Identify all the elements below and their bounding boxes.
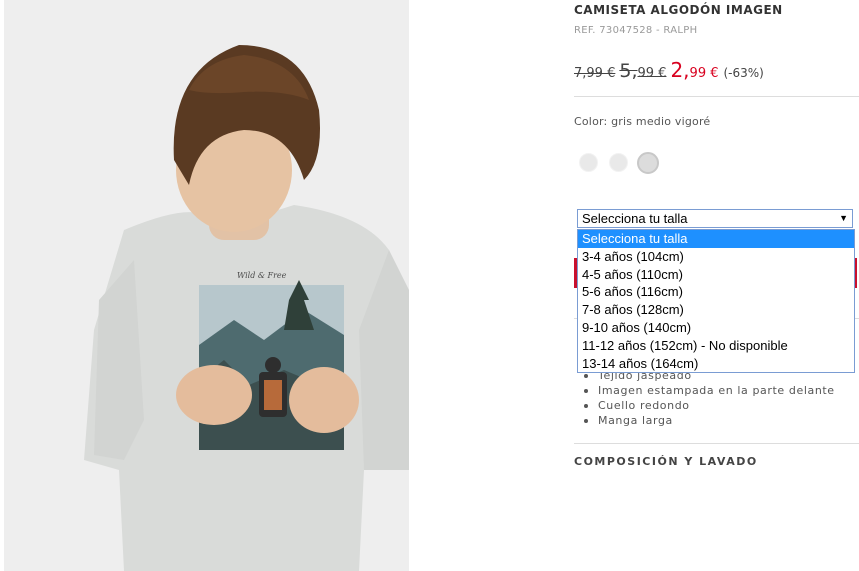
product-photo-illustration: Wild & Free	[4, 0, 409, 571]
feature-item: Cuello redondo	[584, 398, 835, 413]
color-label: Color: gris medio vigoré	[574, 115, 711, 128]
original-price: 7,99 €	[574, 66, 616, 81]
feature-item: Manga larga	[584, 413, 835, 428]
size-option[interactable]: 11-12 años (152cm) - No disponible	[578, 337, 854, 355]
size-option[interactable]: 3-4 años (104cm)	[578, 248, 854, 266]
current-price-rest: 99 €	[689, 66, 719, 81]
product-title: CAMISETA ALGODÓN IMAGEN	[574, 3, 783, 17]
size-option[interactable]: 4-5 años (110cm)	[578, 266, 854, 284]
size-option[interactable]: 7-8 años (128cm)	[578, 301, 854, 319]
current-price: 2,99 €	[670, 58, 718, 82]
price-block: 7,99 € 5,99 € 2,99 € (-63%)	[574, 58, 764, 82]
product-details: CAMISETA ALGODÓN IMAGEN REF. 73047528 - …	[574, 0, 859, 571]
divider	[574, 443, 859, 444]
product-reference: REF. 73047528 - RALPH	[574, 25, 698, 36]
previous-price-rest: 99 €	[637, 66, 667, 81]
color-swatch-grey-selected[interactable]	[637, 152, 659, 174]
feature-item: Imagen estampada en la parte delante	[584, 384, 835, 397]
product-image[interactable]: Wild & Free	[4, 0, 409, 571]
divider	[574, 96, 859, 97]
product-page: Wild & Free CAMISETA ALGODÓN IMAGEN REF.…	[0, 0, 859, 571]
color-swatch-white[interactable]	[609, 153, 628, 172]
size-option[interactable]: Selecciona tu talla	[578, 230, 854, 248]
size-option[interactable]: 9-10 años (140cm)	[578, 319, 854, 337]
size-dropdown-list[interactable]: Selecciona tu talla 3-4 años (104cm) 4-5…	[577, 229, 855, 373]
previous-price-main: 5,	[619, 60, 638, 82]
chevron-down-icon[interactable]: ▼	[839, 210, 848, 227]
composition-section-toggle[interactable]: COMPOSICIÓN Y LAVADO	[574, 455, 758, 468]
current-price-main: 2,	[670, 58, 690, 82]
color-swatch-light[interactable]	[579, 153, 598, 172]
previous-price: 5,99 €	[619, 60, 666, 82]
size-select-value: Selecciona tu talla	[582, 211, 688, 226]
size-select[interactable]: Selecciona tu talla ▼	[577, 209, 853, 228]
feature-list: Tejido jaspeado Imagen estampada en la p…	[584, 368, 835, 428]
size-option[interactable]: 13-14 años (164cm)	[578, 355, 854, 373]
discount-badge: (-63%)	[723, 66, 764, 80]
size-option[interactable]: 5-6 años (116cm)	[578, 283, 854, 301]
print-script-text: Wild & Free	[237, 271, 287, 280]
